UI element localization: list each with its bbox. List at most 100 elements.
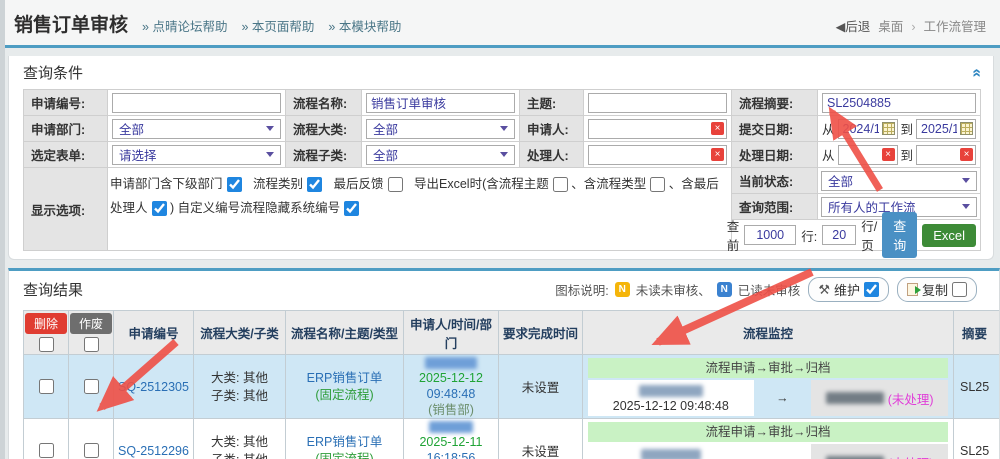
monitor-path: 流程申请→审批→归档 bbox=[588, 422, 948, 442]
handle-date-label: 处理日期: bbox=[732, 142, 818, 168]
page-title: 销售订单审核 bbox=[14, 10, 128, 37]
option-checkbox-sub-dept[interactable] bbox=[227, 177, 242, 192]
void-button[interactable]: 作废 bbox=[70, 313, 112, 334]
calendar-icon[interactable] bbox=[882, 122, 895, 135]
copy-button[interactable]: 复制 bbox=[897, 277, 977, 302]
query-form: 申请编号: 流程名称: 主题: 流程摘要: 申请部门: 全部 流程大类: 全部 … bbox=[23, 89, 981, 251]
flow-cell: ERP销售订单(固定流程) bbox=[286, 419, 404, 459]
apply-no-link[interactable]: SQ-2512305 bbox=[118, 380, 189, 394]
subject-input[interactable] bbox=[588, 93, 727, 113]
calendar-icon[interactable] bbox=[960, 122, 973, 135]
digest-input[interactable] bbox=[822, 93, 976, 113]
monitor-arrow: → bbox=[754, 380, 812, 416]
option-checkbox-hide-sysno[interactable] bbox=[344, 201, 359, 216]
option-label: 导出Excel时(含流程主题 bbox=[414, 177, 549, 191]
chevron-down-icon bbox=[962, 178, 970, 183]
flow-major-label: 流程大类: bbox=[286, 116, 362, 142]
col-digest: 摘要 bbox=[954, 311, 1000, 355]
applicant-input[interactable] bbox=[588, 119, 727, 139]
option-label: ) 自定义编号流程隐藏系统编号 bbox=[170, 201, 340, 215]
category-cell: 大类: 其他子类: 其他 bbox=[211, 433, 268, 459]
select-all-delete-checkbox[interactable] bbox=[39, 337, 54, 352]
row-void-checkbox[interactable] bbox=[84, 443, 99, 458]
option-label: 最后反馈 bbox=[334, 177, 384, 191]
monitor-cell: 流程申请→审批→归档 2025-12-11 16:18:56 → (未处理) bbox=[583, 419, 954, 459]
row-void-checkbox[interactable] bbox=[84, 379, 99, 394]
rows-limit-input[interactable] bbox=[744, 225, 796, 245]
copy-icon bbox=[907, 283, 918, 296]
category-cell: 大类: 其他子类: 其他 bbox=[211, 369, 268, 405]
breadcrumb-desktop[interactable]: 桌面 bbox=[878, 16, 903, 35]
flow-name-input[interactable] bbox=[366, 93, 515, 113]
applicant-cell: 2025-12-11 16:18:56 (销售部) bbox=[404, 419, 499, 459]
help-link-page[interactable]: » 本页面帮助 bbox=[241, 16, 314, 35]
submit-date-label: 提交日期: bbox=[732, 116, 818, 142]
query-panel-title: 查询条件 bbox=[23, 62, 83, 83]
deadline-cell: 未设置 bbox=[499, 355, 583, 419]
copy-checkbox[interactable] bbox=[952, 282, 967, 297]
flow-minor-select[interactable]: 全部 bbox=[366, 145, 515, 165]
current-state-label: 当前状态: bbox=[732, 168, 818, 193]
apply-dept-select[interactable]: 全部 bbox=[112, 119, 281, 139]
delete-button[interactable]: 删除 bbox=[25, 313, 67, 334]
redacted-applicant-name bbox=[425, 357, 477, 369]
excel-button[interactable]: Excel bbox=[922, 224, 976, 247]
deadline-cell: 未设置 bbox=[499, 419, 583, 459]
chevron-down-icon bbox=[500, 152, 508, 157]
apply-no-label: 申请编号: bbox=[24, 90, 108, 116]
display-options: 申请部门含下级部门 流程类别 最后反馈 导出Excel时(含流程主题 、含流程类… bbox=[108, 168, 731, 224]
clear-icon[interactable]: × bbox=[882, 148, 895, 161]
status-badge: (未处理) bbox=[888, 389, 934, 408]
back-button[interactable]: ◀后退 bbox=[836, 16, 871, 35]
per-page-token: 行/页 bbox=[861, 216, 877, 254]
status-badge: (未处理) bbox=[888, 453, 934, 459]
help-link-forum[interactable]: » 点晴论坛帮助 bbox=[142, 16, 227, 35]
clear-icon[interactable]: × bbox=[960, 148, 973, 161]
help-link-module[interactable]: » 本模块帮助 bbox=[328, 16, 401, 35]
collapse-icon[interactable]: « bbox=[970, 68, 984, 77]
select-all-void-checkbox[interactable] bbox=[84, 337, 99, 352]
option-checkbox-flow-category[interactable] bbox=[307, 177, 322, 192]
maintain-button[interactable]: ⚒ 维护 bbox=[808, 277, 889, 302]
page-size-input[interactable] bbox=[822, 225, 856, 245]
apply-no-link[interactable]: SQ-2512296 bbox=[118, 444, 189, 458]
option-checkbox-excel-subject[interactable] bbox=[553, 177, 568, 192]
table-row: SQ-2512305 大类: 其他子类: 其他 ERP销售订单(固定流程) 20… bbox=[24, 355, 1000, 419]
current-state-select[interactable]: 全部 bbox=[821, 171, 977, 191]
option-checkbox-last-feedback[interactable] bbox=[388, 177, 403, 192]
top-bar: 销售订单审核 » 点晴论坛帮助 » 本页面帮助 » 本模块帮助 ◀后退 桌面 ›… bbox=[0, 0, 1000, 48]
chevron-down-icon bbox=[962, 204, 970, 209]
monitor-arrow: → bbox=[754, 444, 812, 459]
redacted-name bbox=[826, 392, 884, 404]
col-apply-no: 申请编号 bbox=[114, 311, 194, 355]
apply-no-input[interactable] bbox=[112, 93, 281, 113]
maintain-checkbox[interactable] bbox=[864, 282, 879, 297]
top-nav: ◀后退 桌面 › 工作流管理 bbox=[836, 16, 986, 35]
tools-icon: ⚒ bbox=[818, 282, 830, 298]
form-select[interactable]: 请选择 bbox=[112, 145, 281, 165]
breadcrumb-workflow[interactable]: 工作流管理 bbox=[923, 16, 986, 35]
option-label: 、含流程类型 bbox=[571, 177, 646, 191]
option-checkbox-excel-type[interactable] bbox=[650, 177, 665, 192]
from-label: 从 bbox=[822, 119, 835, 138]
handler-input[interactable] bbox=[588, 145, 727, 165]
option-checkbox-excel-handler[interactable] bbox=[152, 201, 167, 216]
flow-cell: ERP销售订单(固定流程) bbox=[286, 355, 404, 419]
to-label: 到 bbox=[901, 145, 914, 164]
icon-legend: 图标说明: N 未读未审核、 N 已读未审核 bbox=[555, 280, 800, 299]
flow-major-select[interactable]: 全部 bbox=[366, 119, 515, 139]
query-panel: 查询条件 « 申请编号: 流程名称: 主题: 流程摘要: 申请部门: 全部 流程… bbox=[8, 56, 994, 260]
row-delete-checkbox[interactable] bbox=[39, 443, 54, 458]
apply-dept-label: 申请部门: bbox=[24, 116, 108, 142]
subject-label: 主题: bbox=[520, 90, 584, 116]
search-button[interactable]: 查询 bbox=[882, 212, 917, 258]
applicant-cell: 2025-12-12 09:48:48 (销售部) bbox=[404, 355, 499, 419]
clear-icon[interactable]: × bbox=[711, 148, 724, 161]
clear-icon[interactable]: × bbox=[711, 122, 724, 135]
scope-label: 查询范围: bbox=[732, 194, 818, 219]
col-flow: 流程名称/主题/类型 bbox=[286, 311, 404, 355]
legend-read-text: 已读未审核 bbox=[738, 280, 801, 299]
row-delete-checkbox[interactable] bbox=[39, 379, 54, 394]
option-label: 申请部门含下级部门 bbox=[110, 177, 223, 191]
monitor-cell: 流程申请→审批→归档 2025-12-12 09:48:48 → (未处理) bbox=[583, 355, 954, 419]
